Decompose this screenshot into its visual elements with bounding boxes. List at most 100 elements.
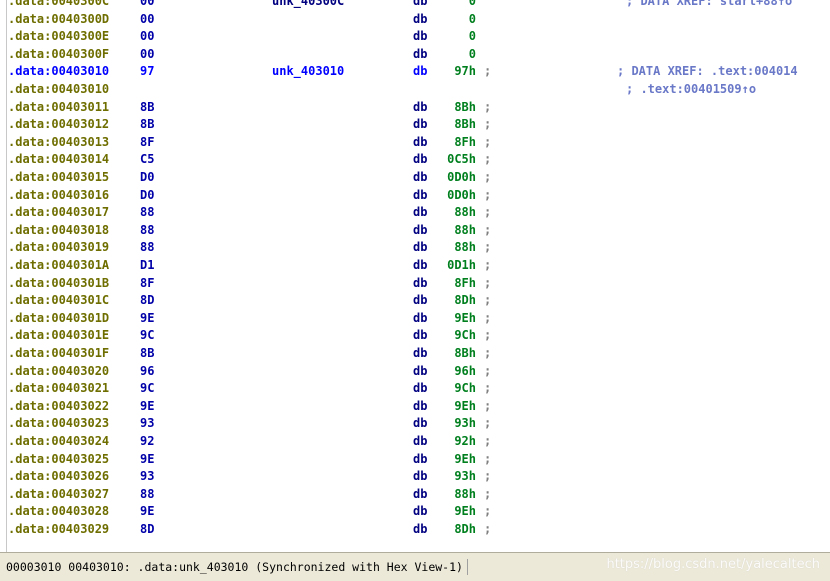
row-mnemonic: db — [413, 29, 428, 44]
row-mnemonic: db — [413, 346, 428, 360]
listing-row[interactable]: .data:00403017 88 db 88h; — [0, 204, 830, 222]
row-address[interactable]: .data:00403018 — [8, 222, 109, 240]
row-value: 9Ch — [454, 381, 476, 396]
listing-row[interactable]: .data:00403013 8F db 8Fh; — [0, 134, 830, 152]
row-xref-comment[interactable]: ; .text:00401509↑o — [626, 81, 756, 99]
row-address[interactable]: .data:00403017 — [8, 204, 109, 222]
row-address[interactable]: .data:0040301A — [8, 257, 109, 275]
listing-row[interactable]: .data:00403027 88 db 88h; — [0, 486, 830, 504]
row-address[interactable]: .data:00403011 — [8, 99, 109, 117]
row-address[interactable]: .data:00403021 — [8, 380, 109, 398]
row-label[interactable]: unk_403010 — [272, 63, 344, 81]
listing-row[interactable]: .data:00403022 9E db 9Eh; — [0, 398, 830, 416]
listing-row[interactable]: .data:0040301F 8B db 8Bh; — [0, 345, 830, 363]
row-address[interactable]: .data:0040301C — [8, 292, 109, 310]
row-value: 96h — [454, 363, 476, 378]
row-address[interactable]: .data:0040301D — [8, 310, 109, 328]
row-address[interactable]: .data:00403015 — [8, 169, 109, 187]
listing-row[interactable]: .data:00403014 C5 db 0C5h; — [0, 151, 830, 169]
row-address[interactable]: .data:00403016 — [8, 187, 109, 205]
listing-row[interactable]: .data:00403019 88 db 88h; — [0, 239, 830, 257]
listing-row[interactable]: .data:00403026 93 db 93h; — [0, 468, 830, 486]
listing-row[interactable]: .data:00403016 D0 db 0D0h; — [0, 187, 830, 205]
row-comment-marker: ; — [484, 522, 492, 536]
row-mnemonic: db — [413, 46, 428, 61]
row-comment-marker: ; — [484, 222, 492, 237]
row-hex-byte: 00 — [140, 0, 155, 8]
listing-row[interactable]: .data:00403024 92 db 92h; — [0, 433, 830, 451]
row-address[interactable]: .data:00403027 — [8, 486, 109, 504]
row-value: 8Dh — [454, 522, 476, 536]
row-address[interactable]: .data:00403020 — [8, 363, 109, 381]
row-hex-byte: 9E — [140, 398, 155, 413]
row-label[interactable]: unk_40300C — [272, 0, 344, 11]
row-mnemonic: db — [413, 363, 428, 378]
listing-row[interactable]: .data:0040300F 00 db 0 — [0, 46, 830, 64]
row-comment-marker: ; — [484, 504, 492, 519]
disassembly-listing[interactable]: .data:0040300C 00 unk_40300Cdb 0 ; DATA XREF… — [0, 0, 830, 552]
row-value: 9Eh — [454, 504, 476, 519]
row-mnemonic: db — [413, 434, 428, 448]
listing-row[interactable]: .data:0040300C 00 unk_40300C db 0 ; DATA XREF… — [0, 0, 830, 11]
row-value: 9Eh — [454, 398, 476, 413]
row-hex-byte: 9C — [140, 381, 155, 396]
listing-row[interactable]: .data:00403015 D0 db 0D0h; — [0, 169, 830, 187]
row-address[interactable]: .data:00403019 — [8, 239, 109, 257]
row-address[interactable]: .data:00403022 — [8, 398, 109, 416]
row-address[interactable]: .data:00403023 — [8, 415, 109, 433]
row-mnemonic: db — [413, 240, 428, 255]
row-address[interactable]: .data:0040300C — [8, 0, 109, 11]
listing-row[interactable]: .data:00403028 9E db 9Eh; — [0, 503, 830, 521]
row-value: 0 — [468, 46, 476, 61]
row-value: 8Bh — [454, 117, 476, 132]
row-mnemonic: db — [413, 258, 428, 272]
listing-row[interactable]: .data:00403025 9E db 9Eh; — [0, 451, 830, 469]
listing-row[interactable]: .data:00403023 93 db 93h; — [0, 415, 830, 433]
row-address[interactable]: .data:00403028 — [8, 503, 109, 521]
listing-row[interactable]: .data:00403010 ; .text:00401509↑o — [0, 81, 830, 99]
listing-row[interactable]: .data:00403010 97 unk_403010 db 97h; ; DATA X… — [0, 63, 830, 81]
listing-row[interactable]: .data:00403021 9C db 9Ch; — [0, 380, 830, 398]
listing-row[interactable]: .data:00403012 8B db 8Bh; — [0, 116, 830, 134]
row-address[interactable]: .data:00403025 — [8, 451, 109, 469]
row-address[interactable]: .data:0040300F — [8, 46, 109, 64]
row-hex-byte: D0 — [140, 187, 155, 202]
listing-row[interactable]: .data:0040301B 8F db 8Fh; — [0, 275, 830, 293]
row-comment-marker: ; — [484, 469, 492, 484]
row-address[interactable]: .data:00403026 — [8, 468, 109, 486]
listing-row[interactable]: .data:00403011 8B db 8Bh; — [0, 99, 830, 117]
row-address[interactable]: .data:0040301E — [8, 327, 109, 345]
listing-row[interactable]: .data:00403029 8D db 8Dh; — [0, 521, 830, 539]
row-hex-byte: 9E — [140, 310, 155, 325]
listing-row[interactable]: .data:0040300E 00 db 0 — [0, 28, 830, 46]
listing-row[interactable]: .data:0040301E 9C db 9Ch; — [0, 327, 830, 345]
row-address[interactable]: .data:0040301B — [8, 275, 109, 293]
row-address[interactable]: .data:00403010 — [8, 63, 109, 81]
row-address[interactable]: .data:00403024 — [8, 433, 109, 451]
listing-row[interactable]: .data:0040301D 9E db 9Eh; — [0, 310, 830, 328]
row-address[interactable]: .data:0040300D — [8, 11, 109, 29]
row-comment-marker: ; — [484, 328, 492, 343]
listing-row[interactable]: .data:00403020 96 db 96h; — [0, 363, 830, 381]
row-hex-byte: 8B — [140, 99, 155, 114]
listing-row[interactable]: .data:0040301A D1 db 0D1h; — [0, 257, 830, 275]
row-hex-byte: 9E — [140, 451, 155, 466]
row-value: 0 — [468, 11, 476, 26]
listing-row[interactable]: .data:0040300D 00 db 0 — [0, 11, 830, 29]
row-address[interactable]: .data:00403013 — [8, 134, 109, 152]
row-address[interactable]: .data:0040300E — [8, 28, 109, 46]
row-mnemonic: db — [413, 293, 428, 308]
listing-row[interactable]: .data:0040301C 8D db 8Dh; — [0, 292, 830, 310]
listing-row[interactable]: .data:00403018 88 db 88h; — [0, 222, 830, 240]
row-xref-comment[interactable]: ; DATA XREF: start+88↑o — [626, 0, 792, 11]
row-xref-comment[interactable]: ; DATA XREF: .text:004014 — [617, 63, 798, 81]
row-address[interactable]: .data:00403014 — [8, 151, 109, 169]
row-comment-marker: ; — [484, 381, 492, 396]
row-address[interactable]: .data:00403012 — [8, 116, 109, 134]
row-address[interactable]: .data:00403029 — [8, 521, 109, 539]
row-address[interactable]: .data:00403010 — [8, 81, 109, 99]
row-hex-byte: 97 — [140, 64, 155, 79]
row-mnemonic: db — [413, 117, 428, 132]
row-address[interactable]: .data:0040301F — [8, 345, 109, 363]
row-mnemonic: db — [413, 275, 428, 290]
